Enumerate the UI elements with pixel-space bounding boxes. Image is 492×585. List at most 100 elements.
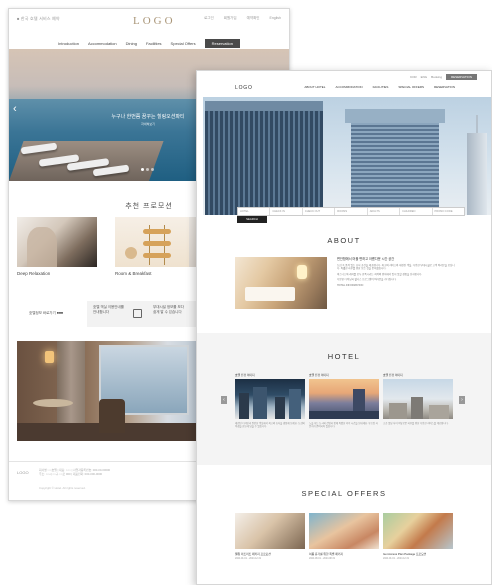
offer-card-title: 웰컴 리트리트 패키지 프로모션 — [235, 552, 271, 556]
info-room-guide[interactable]: 호텔 객실 이용안내를 안내합니다 — [93, 305, 124, 315]
offer-card-image — [309, 513, 379, 549]
resort-logo[interactable]: LOGO — [133, 15, 176, 27]
hotel-section-title: HOTEL — [327, 352, 361, 361]
search-adults-field[interactable]: ADULTS — [368, 208, 401, 215]
hotel-hero-image — [203, 97, 491, 215]
hotel-card-building — [429, 405, 449, 419]
spa-therapist-figure — [27, 227, 57, 267]
search-children-field[interactable]: CHILDREN — [400, 208, 433, 215]
promo-label-relaxation[interactable]: Deep Relaxation — [17, 271, 50, 276]
offer-card-image — [383, 513, 453, 549]
util-left-link[interactable]: ■ 한국 호텔 서비스 예약 — [17, 16, 60, 22]
hotel-main-nav: ABOUT HOTEL ACCOMMODATION FACILITIES SPE… — [304, 85, 455, 89]
hotel-page: KOR ENG Booking RESERVATION LOGO ABOUT H… — [196, 70, 492, 585]
hotel-card[interactable]: 호텔 전경 이미지 노을 지는 도시의 전망과 함께 특별한 저녁 시간을 보내… — [309, 373, 379, 429]
nav-facilities[interactable]: Facilities — [146, 41, 162, 46]
hotel-card-image — [235, 379, 305, 419]
hotel-card[interactable]: 호텔 전경 이미지 고층 빌딩 사이 여유로운 하루를 위한 다양한 서비스를 … — [383, 373, 453, 425]
info-shortcut-label[interactable]: 호텔정보 바로가기 ■■■ — [29, 311, 63, 316]
hero-caption-link[interactable]: 자세히보기 — [83, 122, 213, 126]
room-chair — [99, 399, 125, 433]
hero-pagination — [141, 168, 154, 171]
hotel-card-building — [411, 397, 423, 419]
search-hotel-field[interactable]: HOTEL — [238, 208, 271, 215]
info-facility-guide[interactable]: 부대시설 정보를 보다 쉽게 알 수 있습니다 — [153, 305, 184, 315]
promo-label-breakfast[interactable]: Room & Breakfast — [115, 271, 152, 276]
search-promo-field[interactable]: PROMO CODE — [433, 208, 464, 215]
promo-card-relaxation[interactable] — [17, 217, 97, 267]
hotel-card-skyline — [309, 411, 379, 419]
search-button[interactable]: SEARCH — [237, 216, 267, 223]
util-reservation-button[interactable]: RESERVATION — [445, 74, 477, 80]
hotel-card-building — [239, 393, 249, 419]
promo-card-breakfast[interactable] — [115, 217, 195, 267]
search-checkin-field[interactable]: CHECK IN — [270, 208, 303, 215]
hotel-card[interactable]: 호텔 전경 이미지 세련된 디자인과 편안한 객실에서 최고의 휴식을 경험해 … — [235, 373, 305, 429]
hero-dot[interactable] — [141, 168, 144, 171]
nav-accommodation[interactable]: Accommodation — [88, 41, 117, 46]
info-room-guide-line: 안내합니다 — [93, 310, 110, 314]
footer-logo: LOGO — [17, 470, 29, 475]
hero-building — [345, 109, 445, 215]
booking-search-bar: HOTEL CHECK IN CHECK OUT ROOMS ADULTS CH… — [237, 207, 465, 216]
hero-dot[interactable] — [151, 168, 154, 171]
nav-special-offers[interactable]: SPECIAL OFFERS — [398, 85, 424, 89]
about-more-link[interactable]: HOTEL INFORMATION — [337, 284, 455, 288]
lang-eng-link[interactable]: ENG — [421, 75, 428, 79]
hero-prev-arrow-icon[interactable]: ‹ — [13, 103, 17, 115]
nav-facilities[interactable]: FACILITIES — [373, 85, 389, 89]
nav-accommodation[interactable]: ACCOMMODATION — [335, 85, 362, 89]
info-facility-guide-line: 쉽게 알 수 있습니다 — [153, 310, 182, 314]
hotel-prev-arrow-icon[interactable]: ‹ — [221, 396, 227, 404]
booking-link[interactable]: Booking — [431, 75, 442, 79]
lang-kor-link[interactable]: KOR — [410, 75, 417, 79]
footer-info-line: 주소: ○○시 ○○구 ○○로 000 | 대표전화: 000-000-0000 — [39, 472, 103, 476]
language-link[interactable]: English — [270, 16, 281, 21]
hero-building — [205, 101, 323, 215]
about-bed — [245, 287, 295, 301]
login-link[interactable]: 로그인 — [204, 16, 214, 21]
search-checkout-field[interactable]: CHECK OUT — [303, 208, 336, 215]
hotel-card-building — [275, 397, 285, 419]
hotel-next-arrow-icon[interactable]: › — [459, 396, 465, 404]
room-lamp — [45, 351, 54, 363]
util-right-links: 로그인 회원가입 예약확인 English — [204, 16, 281, 21]
offer-card-title: Get Access Plan Package 프로모션 — [383, 552, 427, 556]
offer-card[interactable]: 여름 휴가를 위한 특별 패키지 2024.06.01 - 2024.08.31 — [309, 513, 379, 560]
hotel-logo[interactable]: LOGO — [235, 85, 253, 91]
nav-introduction[interactable]: Introduction — [58, 41, 79, 46]
offer-card[interactable]: Get Access Plan Package 프로모션 2024.01.01 … — [383, 513, 453, 560]
tea-cup — [125, 247, 137, 259]
nav-reservation[interactable]: RESERVATION — [434, 85, 455, 89]
reservation-button[interactable]: Reservation — [204, 39, 240, 48]
about-paragraph: 비즈니스와 레저를 모두 만족시키는 최적의 위치에서 잊지 못할 경험을 선사… — [337, 272, 423, 276]
offer-card[interactable]: 웰컴 리트리트 패키지 프로모션 2024.01.01 - 2024.12.31 — [235, 513, 305, 560]
join-link[interactable]: 회원가입 — [224, 16, 237, 21]
offer-card-title: 여름 휴가를 위한 특별 패키지 — [309, 552, 343, 556]
offer-card-image — [235, 513, 305, 549]
about-lead: 편안함에서 머물 편하고 아름다운 시간 공간 — [337, 257, 395, 261]
offer-card-date: 2024.01.01 - 2024.12.31 — [235, 557, 262, 560]
reservation-check-link[interactable]: 예약확인 — [247, 16, 260, 21]
search-rooms-field[interactable]: ROOMS — [335, 208, 368, 215]
hotel-card-text: 고층 빌딩 사이 여유로운 하루를 위한 다양한 서비스를 제공합니다. — [383, 422, 449, 425]
about-paragraph: 다양한 다이닝과 웰니스 프로그램이 여러분을 기다립니다. — [337, 278, 397, 282]
hero-dot[interactable] — [146, 168, 149, 171]
hotel-card-text: 노을 지는 도시의 전망과 함께 특별한 저녁 시간을 보내세요. 루프탑 라운… — [309, 422, 378, 429]
tea-tray — [143, 241, 171, 246]
hotel-card-text: 세련된 디자인과 편안한 객실에서 최고의 휴식을 경험해 보세요. 도심의 야… — [235, 422, 305, 429]
nav-special-offers[interactable]: Special Offers — [171, 41, 196, 46]
building-icon — [133, 309, 142, 318]
about-lamp — [297, 265, 307, 279]
hotel-card-image — [383, 379, 453, 419]
nav-about-hotel[interactable]: ABOUT HOTEL — [304, 85, 325, 89]
footer-copyright: Copyright © Hotel. All rights reserved. — [39, 486, 86, 490]
nav-dining[interactable]: Dining — [126, 41, 137, 46]
tea-tray — [143, 253, 171, 258]
offer-card-date: 2024.01.01 - 2024.12.31 — [383, 557, 410, 560]
about-section-title: ABOUT — [327, 236, 361, 245]
hotel-util-bar: KOR ENG Booking RESERVATION — [410, 74, 477, 80]
tea-tray — [143, 229, 171, 234]
footer-company-info: 회사명: ○○호텔 | 대표: ○○○ | 사업자등록번호: 000-00-00… — [39, 468, 179, 476]
about-room-image — [235, 257, 327, 309]
